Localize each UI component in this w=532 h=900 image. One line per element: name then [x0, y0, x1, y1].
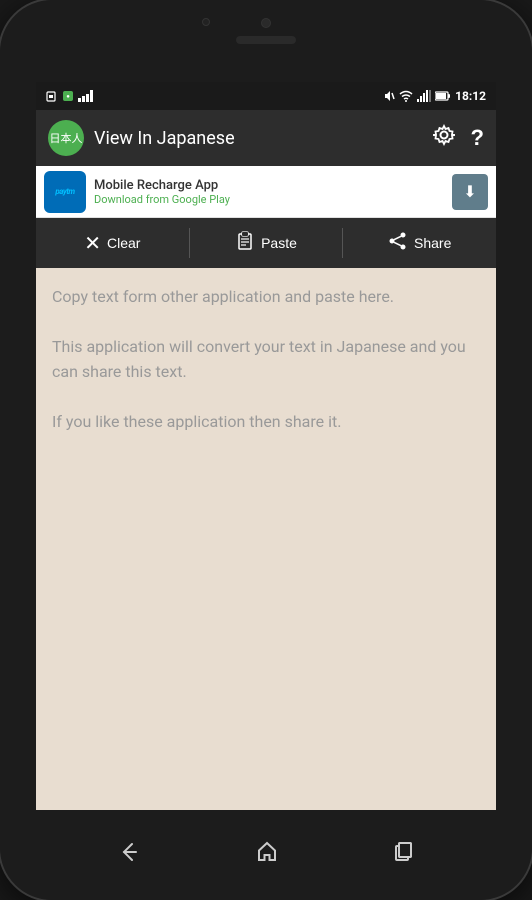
- signal-strength-icon: [78, 90, 94, 102]
- placeholder-line-1: Copy text form other application and pas…: [52, 284, 480, 310]
- gear-icon: [433, 124, 455, 146]
- phone-frame: ●: [0, 0, 532, 900]
- recents-button[interactable]: [393, 841, 415, 869]
- clipboard-svg: [235, 231, 255, 251]
- recents-icon: [393, 841, 415, 863]
- clipboard-icon: [235, 231, 255, 256]
- download-icon: ⬇: [463, 182, 476, 201]
- placeholder-content: Copy text form other application and pas…: [52, 284, 480, 434]
- home-button[interactable]: [256, 841, 278, 869]
- clear-label: Clear: [107, 235, 140, 251]
- share-button[interactable]: Share: [343, 218, 496, 268]
- home-icon: [256, 841, 278, 863]
- top-bezel: [0, 0, 532, 82]
- screen: ●: [36, 82, 496, 810]
- share-icon: [388, 231, 408, 256]
- help-icon: ?: [471, 125, 484, 150]
- help-button[interactable]: ?: [471, 125, 484, 151]
- status-left-icons: ●: [46, 90, 94, 102]
- back-button[interactable]: [117, 840, 141, 870]
- app-icon: 日本人: [48, 120, 84, 156]
- share-label: Share: [414, 235, 451, 251]
- cell-signal-icon: [417, 90, 431, 102]
- app-title: View In Japanese: [94, 128, 423, 149]
- clear-button[interactable]: ✕ Clear: [36, 218, 189, 268]
- paste-button[interactable]: Paste: [190, 218, 343, 268]
- status-bar: ●: [36, 82, 496, 110]
- earpiece: [236, 36, 296, 44]
- speaker: [261, 18, 271, 28]
- status-time: 18:12: [455, 89, 486, 103]
- wifi-icon: [399, 90, 413, 102]
- mute-icon: [383, 90, 395, 102]
- front-camera: [202, 18, 210, 26]
- close-icon: ✕: [84, 231, 101, 256]
- placeholder-line-3: If you like these application then share…: [52, 409, 480, 435]
- ad-title: Mobile Recharge App: [94, 178, 444, 193]
- app-bar-actions: ?: [433, 124, 484, 152]
- status-right-icons: 18:12: [383, 89, 486, 103]
- ad-logo: paytm: [44, 171, 86, 213]
- app-bar: 日本人 View In Japanese ?: [36, 110, 496, 166]
- share-svg: [388, 231, 408, 251]
- toolbar: ✕ Clear Paste: [36, 218, 496, 268]
- ad-subtitle: Download from Google Play: [94, 193, 444, 206]
- placeholder-line-2: This application will convert your text …: [52, 334, 480, 385]
- ad-banner[interactable]: paytm Mobile Recharge App Download from …: [36, 166, 496, 218]
- paste-label: Paste: [261, 235, 297, 251]
- battery-icon: [435, 90, 451, 102]
- app-icon-label: 日本人: [50, 130, 83, 146]
- back-icon: [117, 840, 141, 864]
- sim-icon: [46, 90, 58, 102]
- ad-download-button[interactable]: ⬇: [452, 174, 488, 210]
- ad-text: Mobile Recharge App Download from Google…: [94, 178, 444, 206]
- text-input-area[interactable]: Copy text form other application and pas…: [36, 268, 496, 810]
- settings-button[interactable]: [433, 124, 455, 152]
- app-indicator: ●: [63, 91, 73, 101]
- bottom-bezel: [0, 810, 532, 900]
